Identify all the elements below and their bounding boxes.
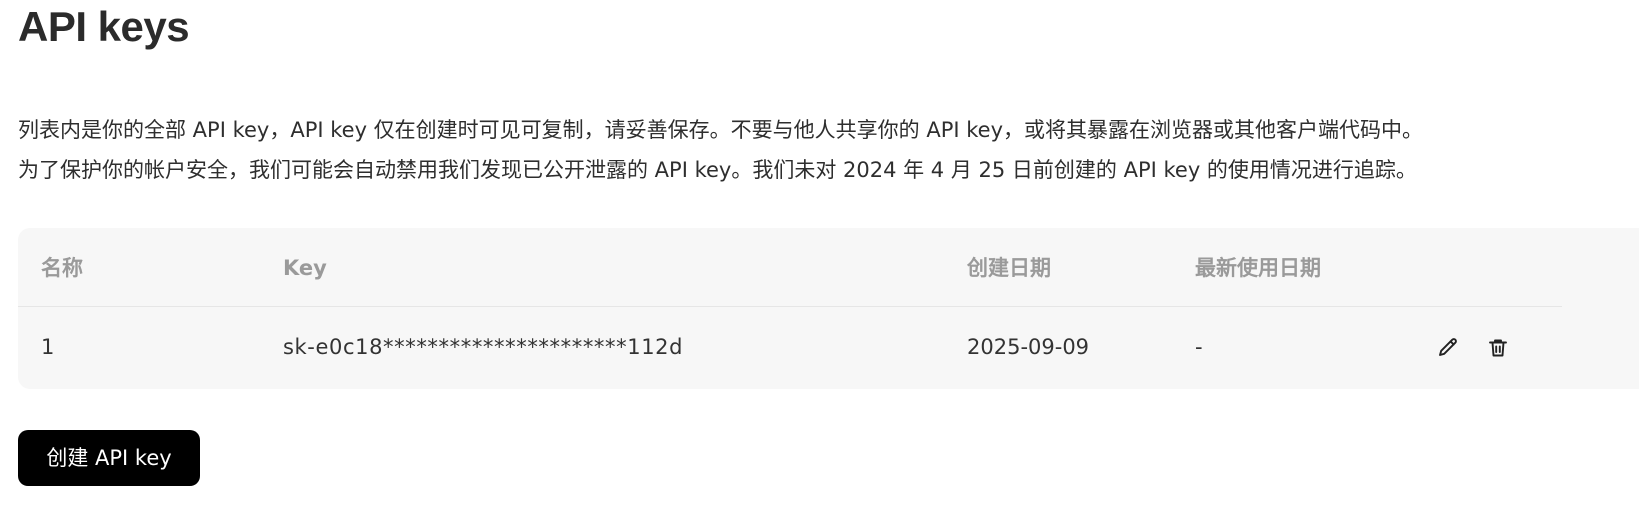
table-header: 名称 Key 创建日期 最新使用日期 — [18, 228, 1562, 307]
column-header-name: 名称 — [41, 256, 83, 280]
description-line: 列表内是你的全部 API key，API key 仅在创建时可见可复制，请妥善保… — [18, 118, 1423, 142]
api-keys-description: 列表内是你的全部 API key，API key 仅在创建时可见可复制，请妥善保… — [18, 110, 1639, 190]
table-row: 1 sk-e0c18**********************112d 202… — [18, 307, 1562, 389]
column-header-created-date: 创建日期 — [967, 256, 1051, 280]
last-used-date: - — [1195, 335, 1203, 359]
edit-key-button[interactable] — [1431, 331, 1465, 365]
delete-key-button[interactable] — [1481, 331, 1515, 365]
api-keys-table: 名称 Key 创建日期 最新使用日期 1 sk-e0c18***********… — [18, 228, 1639, 389]
page-title: API keys — [18, 3, 190, 50]
column-header-key: Key — [283, 256, 327, 280]
masked-api-key: sk-e0c18**********************112d — [283, 335, 684, 359]
description-line: 为了保护你的帐户安全，我们可能会自动禁用我们发现已公开泄露的 API key。我… — [18, 158, 1417, 182]
column-header-last-used-date: 最新使用日期 — [1195, 256, 1321, 280]
key-name: 1 — [41, 335, 55, 359]
created-date: 2025-09-09 — [967, 335, 1090, 359]
create-api-key-button[interactable]: 创建 API key — [18, 430, 200, 486]
pencil-icon — [1439, 338, 1457, 356]
trash-icon — [1489, 339, 1507, 357]
